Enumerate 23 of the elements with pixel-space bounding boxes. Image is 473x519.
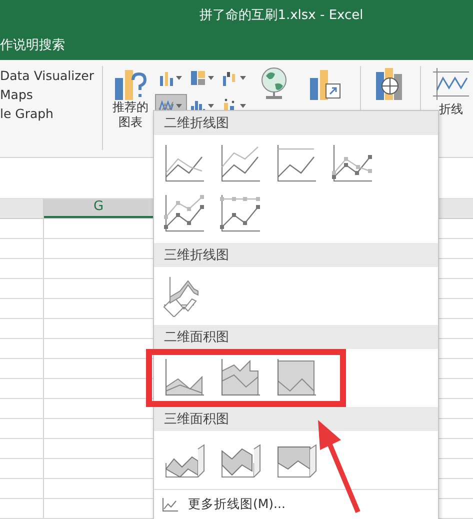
- chart-icon: [222, 70, 238, 86]
- caret-icon: [240, 104, 246, 108]
- caret-icon: [208, 76, 214, 80]
- tell-me-search[interactable]: 作说明搜索: [0, 36, 65, 54]
- add-in-link[interactable]: Maps: [0, 87, 94, 102]
- sparkline-icon: [430, 66, 471, 102]
- chart-icon: [190, 70, 206, 86]
- caret-icon: [240, 76, 246, 80]
- caret-icon: [176, 76, 182, 80]
- window-title: 拼了命的互刷1.xlsx - Excel: [200, 7, 364, 24]
- section-header: 二维折线图: [154, 111, 438, 135]
- add-in-link[interactable]: Data Visualizer: [0, 68, 94, 83]
- column-header[interactable]: G: [44, 199, 154, 218]
- section-header: 三维折线图: [154, 243, 438, 267]
- caret-icon: [208, 104, 214, 108]
- line-chart-icon: [162, 498, 178, 512]
- section-header: 二维面积图: [154, 325, 438, 349]
- add-in-link[interactable]: le Graph: [0, 106, 94, 121]
- recommended-charts-button[interactable]: 推荐的 图表: [110, 66, 151, 130]
- chart-icon: [158, 70, 174, 86]
- section-header: 三维面积图: [154, 407, 438, 431]
- caret-icon: [176, 104, 182, 108]
- more-line-charts-item[interactable]: 更多折线图(M)...: [154, 489, 438, 519]
